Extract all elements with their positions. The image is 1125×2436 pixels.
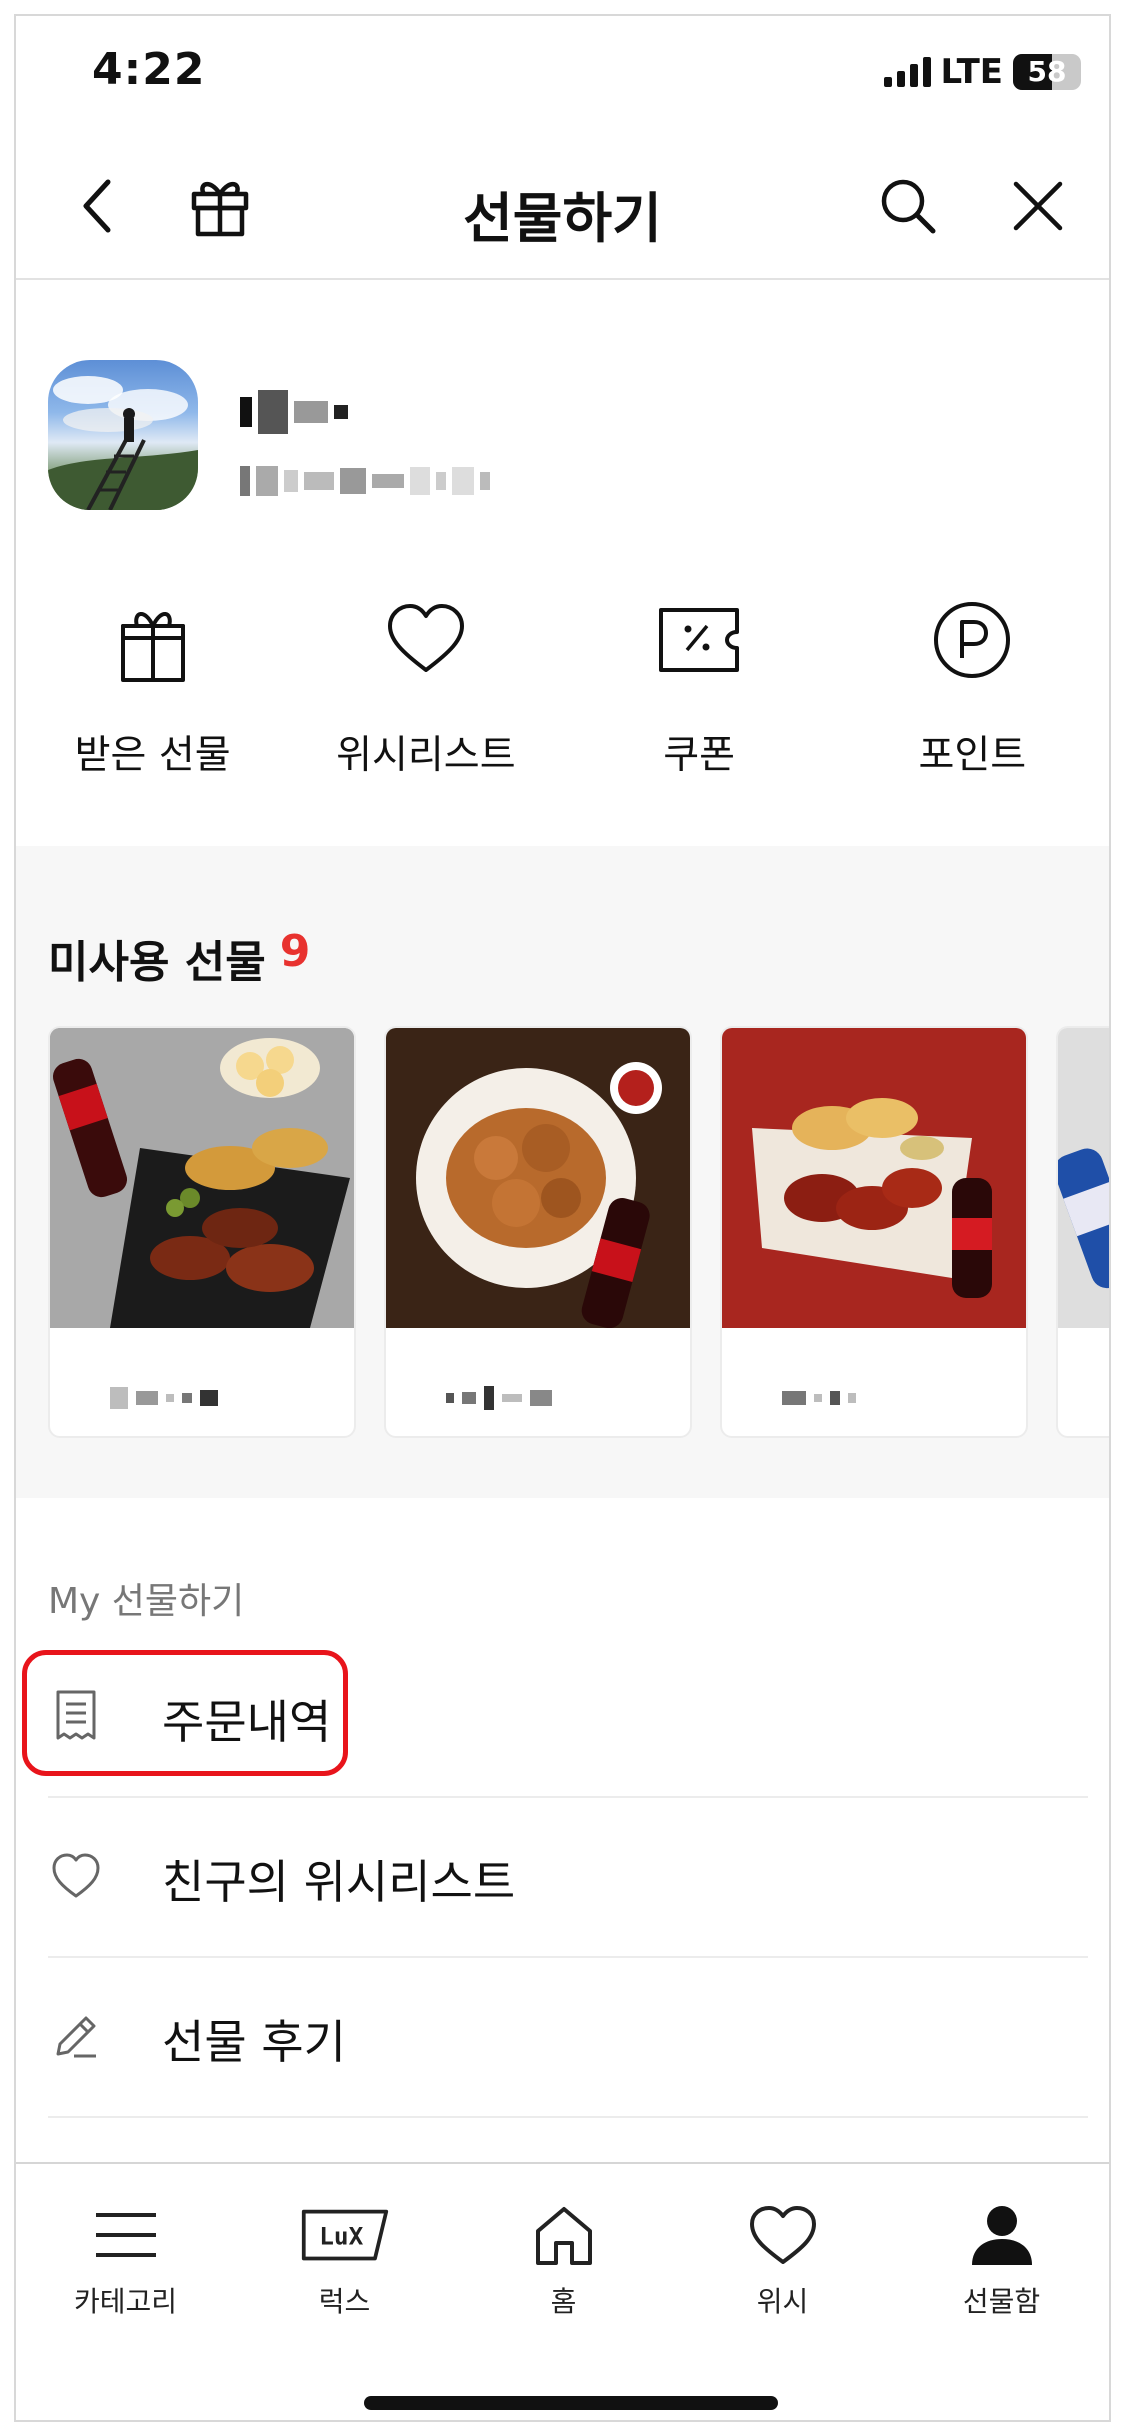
chicken-photo (50, 1028, 354, 1328)
quick-menu-point[interactable]: 포인트 (836, 576, 1109, 846)
person-icon (971, 2206, 1032, 2265)
point-icon (934, 602, 1011, 678)
status-bar: 4:22 LTE 58 (16, 16, 1109, 136)
quick-menu-label: 위시리스트 (336, 733, 516, 778)
tab-label: 럭스 (318, 2285, 371, 2318)
quick-menu-label: 쿠폰 (663, 733, 735, 778)
quick-menu-received-gifts[interactable]: 받은 선물 (16, 576, 289, 846)
chicken-photo (386, 1028, 690, 1328)
battery-icon: 58 (1013, 54, 1081, 90)
tab-label: 위시 (756, 2285, 809, 2318)
status-indicators: LTE 58 (883, 52, 1081, 92)
quick-menu: 받은 선물 위시리스트 쿠폰 포인트 (16, 576, 1109, 846)
heart-outline-icon (52, 1853, 100, 1898)
header-bar: 선물하기 (16, 136, 1109, 280)
pencil-icon (56, 2016, 96, 2058)
tab-gift-box[interactable]: 선물함 (892, 2164, 1109, 2344)
chicken-photo (722, 1028, 1026, 1328)
unused-gifts-count: 9 (279, 926, 311, 977)
tab-label: 홈 (550, 2285, 577, 2318)
gift-icon (120, 612, 185, 682)
unused-gifts-title: 미사용 선물 9 (48, 926, 310, 990)
signal-icon (883, 57, 931, 87)
search-icon (881, 179, 936, 234)
profile-subtitle-blurred (240, 464, 490, 498)
tab-category[interactable]: 카테고리 (16, 2164, 235, 2344)
gift-card[interactable] (48, 1026, 356, 1438)
avatar-photo (48, 376, 198, 510)
tab-home[interactable]: 홈 (454, 2164, 673, 2344)
gift-card[interactable] (1056, 1026, 1109, 1438)
gift-name-blurred (782, 1386, 856, 1410)
close-button[interactable] (1002, 170, 1074, 242)
gift-name-blurred (110, 1386, 218, 1410)
quick-menu-label: 포인트 (918, 733, 1027, 778)
order-history-highlight (22, 1650, 348, 1776)
gift-image (722, 1028, 1026, 1328)
quick-menu-coupon[interactable]: 쿠폰 (563, 576, 836, 846)
coupon-icon (659, 608, 740, 672)
gift-image (50, 1028, 354, 1328)
gift-card[interactable] (384, 1026, 692, 1438)
status-time: 4:22 (92, 44, 206, 95)
lux-icon: LuX (301, 2209, 388, 2261)
bottom-tab-bar: 카테고리 LuX 럭스 홈 위시 선물함 (16, 2162, 1109, 2420)
gift-name-blurred (446, 1386, 552, 1410)
home-indicator[interactable] (364, 2396, 778, 2410)
menu-row-friends-wishlist[interactable]: 친구의 위시리스트 (48, 1798, 1088, 1958)
tab-wish[interactable]: 위시 (673, 2164, 892, 2344)
drink-photo (1058, 1028, 1109, 1328)
profile-area (16, 280, 1109, 520)
unused-gifts-section: 미사용 선물 9 (16, 846, 1109, 1498)
tab-label: 선물함 (962, 2285, 1041, 2318)
home-icon (535, 2207, 592, 2265)
gift-card[interactable] (720, 1026, 1028, 1438)
gift-image (1058, 1028, 1109, 1328)
profile-name-blurred (240, 390, 348, 434)
my-gifting-title: My 선물하기 (48, 1581, 245, 1622)
app-screen: 4:22 LTE 58 선물하기 받은 선물 위시리스트 쿠폰 포인트 미사용 … (14, 14, 1111, 2422)
lux-icon-text: LuX (319, 2221, 363, 2250)
avatar[interactable] (48, 360, 198, 510)
heart-icon (387, 604, 464, 672)
tab-lux[interactable]: LuX 럭스 (235, 2164, 454, 2344)
quick-menu-wishlist[interactable]: 위시리스트 (289, 576, 562, 846)
menu-icon (95, 2213, 156, 2257)
close-icon (1013, 181, 1063, 231)
page-title: 선물하기 (463, 187, 662, 250)
network-label: LTE (940, 52, 1003, 92)
menu-row-label: 친구의 위시리스트 (162, 1855, 516, 1909)
unused-gifts-label: 미사용 선물 (48, 937, 266, 988)
search-button[interactable] (872, 170, 944, 242)
quick-menu-label: 받은 선물 (74, 733, 231, 778)
tab-label: 카테고리 (73, 2285, 178, 2318)
heart-icon (749, 2206, 816, 2264)
menu-row-label: 선물 후기 (162, 2015, 346, 2069)
menu-row-gift-review[interactable]: 선물 후기 (48, 1958, 1088, 2118)
gift-image (386, 1028, 690, 1328)
battery-level: 58 (1027, 55, 1067, 88)
